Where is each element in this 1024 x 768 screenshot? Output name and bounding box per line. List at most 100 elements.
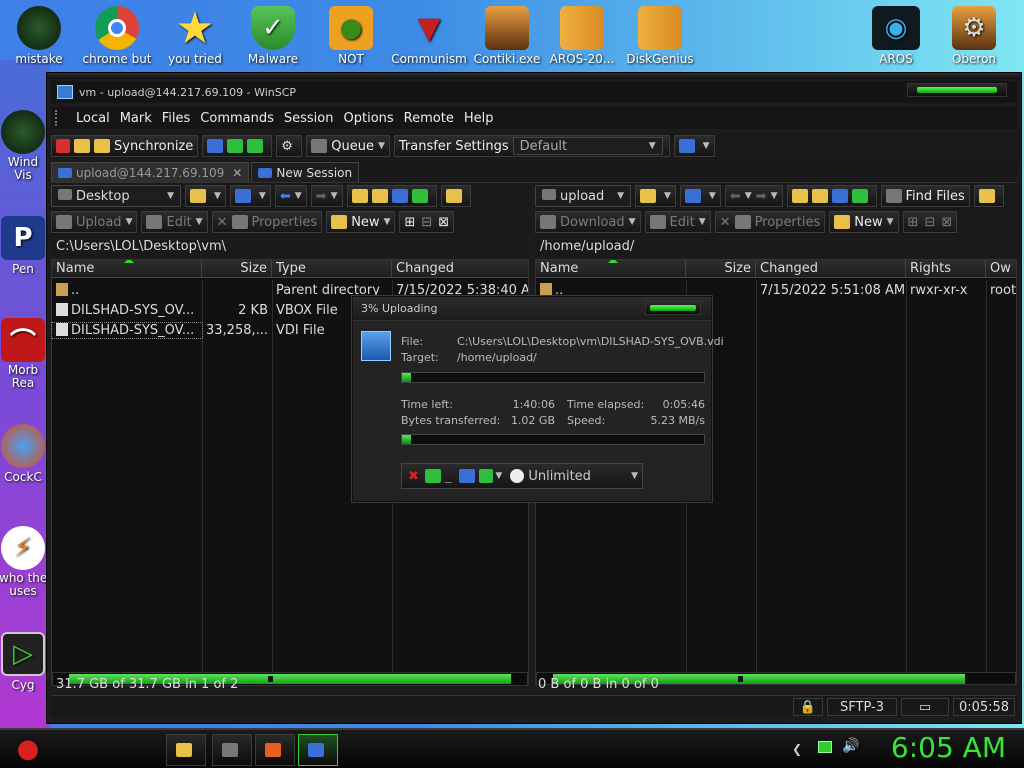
desktop-icon-contiki[interactable]: Contiki.exe <box>467 0 547 66</box>
menu-files[interactable]: Files <box>157 111 196 126</box>
close-icon[interactable]: ✕ <box>232 166 242 180</box>
right-select-buttons[interactable]: ⊞ ⊟ ⊠ <box>902 211 958 233</box>
menu-session[interactable]: Session <box>279 111 339 126</box>
start-button[interactable]: ● <box>8 730 48 768</box>
window-controls[interactable] <box>907 83 1007 97</box>
winscp-app-icon <box>308 743 324 757</box>
desktop-icon <box>58 188 72 200</box>
desktop-icon-aros[interactable]: ◉ AROS <box>856 0 936 66</box>
left-new-button[interactable]: New ▼ <box>326 211 396 233</box>
left-filter-button[interactable]: ▼ <box>229 185 271 207</box>
right-history-buttons[interactable]: ⬅ ▼ ➡ ▼ <box>724 185 783 207</box>
right-open-folder-button[interactable]: ▼ <box>635 185 676 207</box>
right-dir-buttons[interactable] <box>786 185 877 207</box>
right-col-changed[interactable]: Changed <box>756 260 906 277</box>
chevron-down-icon[interactable]: ▼ <box>495 471 502 481</box>
menu-commands[interactable]: Commands <box>195 111 279 126</box>
menu-options[interactable]: Options <box>339 111 399 126</box>
left-bookmark-button[interactable] <box>440 185 471 207</box>
desktop-icon-mistake[interactable]: mistake <box>0 0 79 66</box>
tab-new-session[interactable]: New Session <box>251 162 360 182</box>
right-new-button[interactable]: New ▼ <box>829 211 899 233</box>
left-col-size[interactable]: Size <box>202 260 272 277</box>
bookmark-icon <box>978 189 995 203</box>
desktop-icon-cygwin[interactable]: ▷ Cyg <box>0 626 47 692</box>
transfer-options-button[interactable]: ▼ <box>673 135 715 157</box>
taskbar-clock[interactable]: 6:05 AM <box>891 731 1006 764</box>
preferences-button[interactable]: ⚙ <box>276 135 303 157</box>
desktop-icon-cockc[interactable]: CockC <box>0 418 47 484</box>
cancel-icon[interactable]: ✖ <box>408 469 419 484</box>
right-status: 0 B of 0 B in 0 of 0 <box>538 677 659 692</box>
right-edit-button[interactable]: Edit ▼ <box>644 211 711 233</box>
right-col-rights[interactable]: Rights <box>906 260 986 277</box>
menu-mark[interactable]: Mark <box>115 111 157 126</box>
right-properties-button[interactable]: ✕ Properties <box>714 211 826 233</box>
left-open-folder-button[interactable]: ▼ <box>185 185 226 207</box>
lock-icon[interactable]: 🔒 <box>793 698 823 716</box>
taskbar-app-button[interactable] <box>212 734 252 766</box>
taskbar-winscp-button[interactable] <box>298 734 338 766</box>
left-back-button[interactable]: ⬅ ▼ <box>274 185 307 207</box>
minimize-icon[interactable]: _ <box>445 469 452 484</box>
synchronize-button[interactable]: Synchronize <box>51 135 199 157</box>
taskbar-explorer-button[interactable] <box>166 734 206 766</box>
desktop-icon-windows-vista[interactable]: Wind Vis <box>0 104 47 182</box>
upload-button[interactable]: Upload ▼ <box>51 211 138 233</box>
desktop-icon-reader[interactable]: ⌒ Morb Rea <box>0 312 47 390</box>
download-button[interactable]: Download ▼ <box>535 211 641 233</box>
left-properties-button[interactable]: ✕ Properties <box>211 211 323 233</box>
desktop-icon-aros-zip[interactable]: AROS-20... <box>542 0 622 66</box>
transfer-settings-select[interactable]: Default ▼ <box>512 137 663 155</box>
network-tray-icon[interactable] <box>818 741 832 753</box>
left-forward-button[interactable]: ➡ ▼ <box>310 185 343 207</box>
desktop-icon-you-tried[interactable]: ★ you tried <box>155 0 235 67</box>
left-location-select[interactable]: Desktop ▼ <box>51 185 181 207</box>
left-col-changed[interactable]: Changed <box>392 260 528 277</box>
menu-remote[interactable]: Remote <box>399 111 459 126</box>
desktop-icon-chrome[interactable]: chrome but <box>77 0 157 66</box>
taskbar-app-button[interactable] <box>255 734 295 766</box>
menu-local[interactable]: Local <box>71 111 115 126</box>
desktop-icon-oberon[interactable]: ⚙ Oberon <box>934 0 1014 66</box>
volume-icon[interactable]: 🔊 <box>842 738 859 754</box>
left-dir-buttons[interactable] <box>346 185 437 207</box>
chevron-down-icon: ▼ <box>628 217 636 227</box>
desktop-icon-not[interactable]: ● NOT <box>311 0 391 66</box>
desktop-icon-communism[interactable]: ▼ Communism <box>389 0 469 67</box>
transfer-settings-label: Transfer Settings <box>398 138 509 154</box>
right-path-bar[interactable]: /home/upload/ <box>535 235 1017 257</box>
chevron-down-icon[interactable]: ▼ <box>631 471 638 481</box>
network-icon[interactable]: ▭ <box>901 698 949 716</box>
right-col-owner[interactable]: Ow <box>986 260 1016 277</box>
once-done-icon[interactable] <box>479 469 494 483</box>
desktop-icon-pen[interactable]: P Pen <box>0 210 47 276</box>
speed-limit-value[interactable]: Unlimited <box>528 469 627 484</box>
left-col-name[interactable]: Name <box>52 260 202 277</box>
left-col-type[interactable]: Type <box>272 260 392 277</box>
tray-expand-icon[interactable]: ❮ <box>792 742 802 756</box>
terminal-icon: ▷ <box>1 632 45 676</box>
move-to-background-icon[interactable] <box>424 469 441 483</box>
menu-help[interactable]: Help <box>459 111 499 126</box>
dialog-controls[interactable] <box>645 301 701 315</box>
find-files-button[interactable]: Find Files <box>880 185 970 207</box>
terminal-buttons[interactable] <box>202 135 273 157</box>
right-filter-button[interactable]: ▼ <box>679 185 721 207</box>
left-select-buttons[interactable]: ⊞ ⊟ ⊠ <box>399 211 455 233</box>
desktop-icon-diskgenius[interactable]: DiskGenius <box>620 0 700 66</box>
dialog-titlebar[interactable]: 3% Uploading <box>353 297 711 321</box>
right-bookmark-button[interactable] <box>973 185 1004 207</box>
right-col-name[interactable]: Name <box>536 260 686 277</box>
tab-session[interactable]: upload@144.217.69.109 ✕ <box>51 162 250 182</box>
queue-icon[interactable] <box>459 469 476 483</box>
window-titlebar[interactable]: vm - upload@144.217.69.109 - WinSCP <box>51 81 1017 103</box>
desktop-icon-malware[interactable]: ✓ Malware <box>233 0 313 66</box>
toolbar-grip[interactable] <box>55 110 67 126</box>
right-location-select[interactable]: upload ▼ <box>535 185 631 207</box>
left-path-bar[interactable]: C:\Users\LOL\Desktop\vm\ <box>51 235 529 257</box>
right-col-size[interactable]: Size <box>686 260 756 277</box>
queue-button[interactable]: Queue ▼ <box>306 135 390 157</box>
desktop-icon-who-uses[interactable]: ⚡ who the uses <box>0 520 47 598</box>
left-edit-button[interactable]: Edit ▼ <box>141 211 208 233</box>
